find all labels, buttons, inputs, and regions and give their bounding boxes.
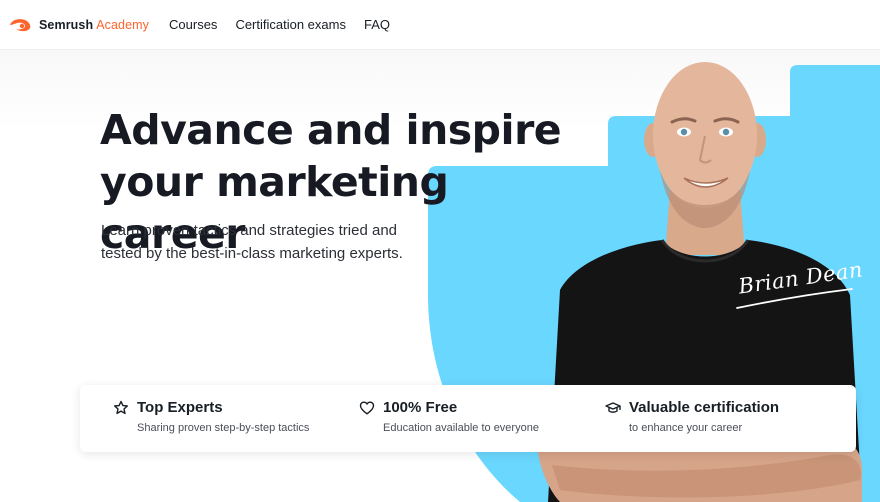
feature-description: Education available to everyone bbox=[383, 422, 539, 434]
nav-link-courses[interactable]: Courses bbox=[169, 17, 217, 32]
nav-link-faq[interactable]: FAQ bbox=[364, 17, 390, 32]
nav-link-certification-exams[interactable]: Certification exams bbox=[235, 17, 346, 32]
feature-description: to enhance your career bbox=[629, 422, 743, 434]
features-card: Top Experts Sharing proven step-by-step … bbox=[80, 385, 856, 452]
feature-title: Valuable certification bbox=[629, 399, 780, 416]
semrush-flame-icon bbox=[10, 18, 31, 31]
feature-title: 100% Free bbox=[383, 399, 458, 416]
feature-certification: Valuable certification to enhance your c… bbox=[605, 399, 779, 434]
brand-accent: Academy bbox=[96, 17, 150, 32]
feature-free: 100% Free Education available to everyon… bbox=[359, 399, 539, 434]
feature-top-experts: Top Experts Sharing proven step-by-step … bbox=[113, 399, 309, 434]
heart-icon bbox=[359, 401, 375, 414]
feature-description: Sharing proven step-by-step tactics bbox=[137, 422, 310, 434]
main-nav: Courses Certification exams FAQ bbox=[169, 17, 390, 32]
star-icon bbox=[114, 400, 128, 414]
feature-title: Top Experts bbox=[137, 399, 223, 416]
top-navigation-bar: Semrush Academy Courses Certification ex… bbox=[0, 0, 880, 50]
graduation-cap-icon bbox=[605, 401, 621, 413]
semrush-academy-logo[interactable]: Semrush Academy bbox=[8, 0, 149, 50]
brand-name: Semrush bbox=[39, 17, 94, 32]
